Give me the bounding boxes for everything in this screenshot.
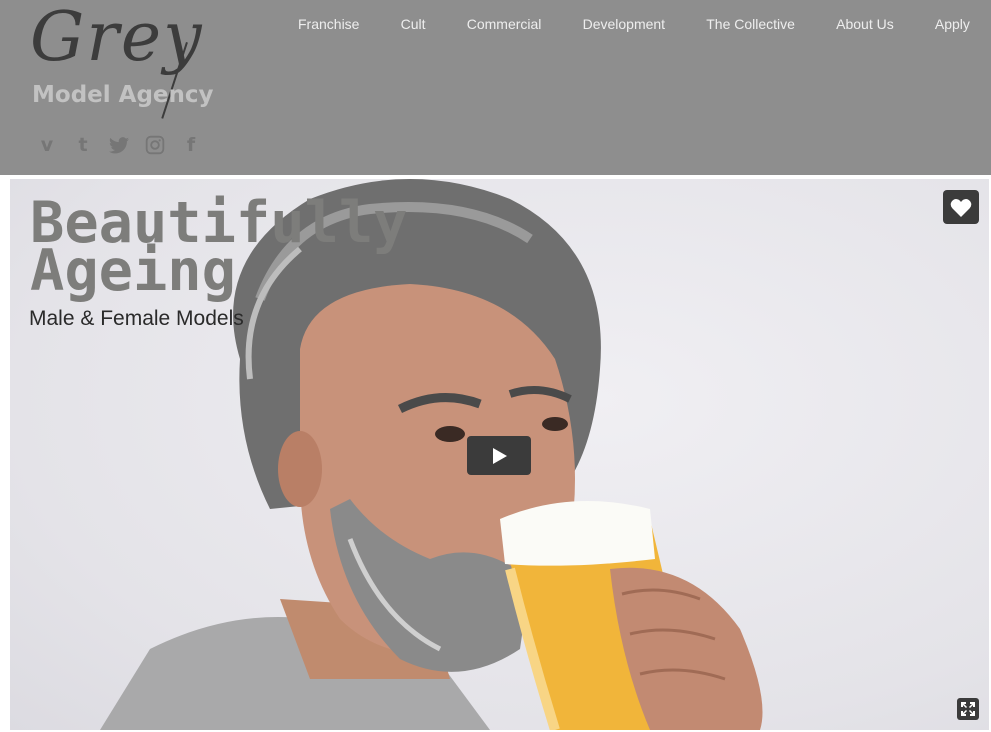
site-header: Grey Model Agency v t f Franchise Cult C… <box>0 0 991 175</box>
hero-subtitle: Male & Female Models <box>29 307 244 330</box>
nav-the-collective[interactable]: The Collective <box>706 16 795 32</box>
social-links: v t f <box>36 134 202 156</box>
nav-about-us[interactable]: About Us <box>836 16 894 32</box>
vimeo-icon[interactable]: v <box>36 134 58 156</box>
fullscreen-button[interactable] <box>957 698 979 720</box>
nav-cult[interactable]: Cult <box>401 16 426 32</box>
heart-icon <box>950 198 972 217</box>
play-icon <box>493 447 507 464</box>
nav-apply[interactable]: Apply <box>935 16 970 32</box>
logo-subtitle[interactable]: Model Agency <box>32 82 214 108</box>
instagram-icon[interactable] <box>144 134 166 156</box>
logo-script-text[interactable]: Grey <box>30 4 203 72</box>
expand-icon <box>961 702 975 716</box>
nav-development[interactable]: Development <box>583 16 666 32</box>
twitter-icon[interactable] <box>108 134 130 156</box>
hero-title: Beautifully Ageing <box>30 195 408 300</box>
nav-commercial[interactable]: Commercial <box>467 16 542 32</box>
nav-franchise[interactable]: Franchise <box>298 16 359 32</box>
tumblr-icon[interactable]: t <box>72 134 94 156</box>
like-button[interactable] <box>943 190 979 224</box>
facebook-icon[interactable]: f <box>180 134 202 156</box>
main-nav: Franchise Cult Commercial Development Th… <box>298 16 970 32</box>
hero-video[interactable]: Beautifully Ageing Male & Female Models <box>10 179 989 730</box>
play-button[interactable] <box>467 436 531 475</box>
